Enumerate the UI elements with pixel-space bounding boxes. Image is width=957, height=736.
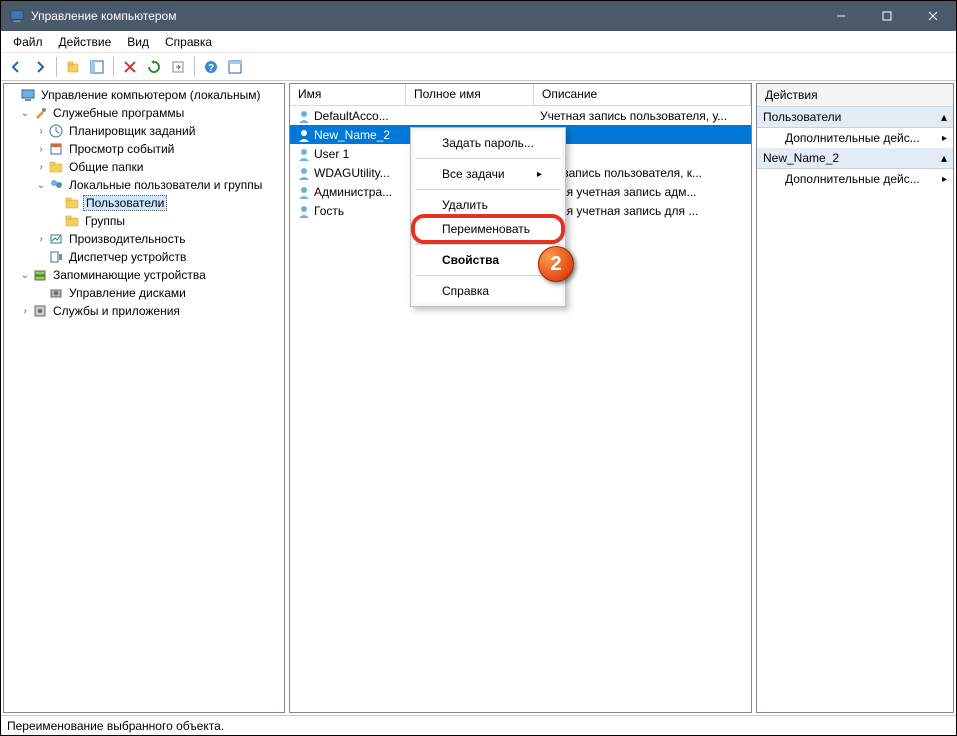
tree-local-users-groups[interactable]: ⌄ Локальные пользователи и группы xyxy=(4,176,284,194)
collapse-icon[interactable]: ⌄ xyxy=(18,270,32,281)
app-icon xyxy=(9,8,25,24)
column-description[interactable]: Описание xyxy=(534,84,751,105)
separator xyxy=(415,158,561,159)
forward-button[interactable] xyxy=(29,56,51,78)
svg-text:?: ? xyxy=(208,63,214,74)
tree-task-scheduler[interactable]: › Планировщик заданий xyxy=(4,122,284,140)
tree-users[interactable]: Пользователи xyxy=(4,194,284,212)
refresh-button[interactable] xyxy=(143,56,165,78)
event-icon xyxy=(48,141,64,157)
performance-icon xyxy=(48,231,64,247)
actions-section-users[interactable]: Пользователи▴ xyxy=(757,107,953,128)
list-row[interactable]: DefaultAcco... Учетная запись пользовате… xyxy=(290,106,751,125)
shared-folder-icon xyxy=(48,159,64,175)
tree-storage[interactable]: ⌄ Запоминающие устройства xyxy=(4,266,284,284)
tree-shared-folders[interactable]: › Общие папки xyxy=(4,158,284,176)
menubar: Файл Действие Вид Справка xyxy=(1,31,956,53)
ctx-delete[interactable]: Удалить xyxy=(414,193,562,217)
menu-file[interactable]: Файл xyxy=(5,33,51,51)
storage-icon xyxy=(32,267,48,283)
expand-icon[interactable]: › xyxy=(34,144,48,155)
status-text: Переименование выбранного объекта. xyxy=(7,719,224,733)
clock-icon xyxy=(48,123,64,139)
show-hide-tree-button[interactable] xyxy=(86,56,108,78)
properties-button[interactable] xyxy=(224,56,246,78)
disk-icon xyxy=(48,285,64,301)
back-button[interactable] xyxy=(5,56,27,78)
expand-icon[interactable]: › xyxy=(34,126,48,137)
actions-more-2[interactable]: Дополнительные дейс...▸ xyxy=(757,169,953,189)
column-name[interactable]: Имя xyxy=(290,84,406,105)
expand-icon[interactable]: › xyxy=(18,306,32,317)
expand-icon[interactable]: › xyxy=(34,234,48,245)
export-button[interactable] xyxy=(167,56,189,78)
actions-more-1[interactable]: Дополнительные дейс...▸ xyxy=(757,128,953,148)
up-button[interactable] xyxy=(62,56,84,78)
actions-pane: Действия Пользователи▴ Дополнительные де… xyxy=(756,83,954,713)
user-icon xyxy=(296,108,312,124)
close-button[interactable] xyxy=(910,1,956,31)
maximize-button[interactable] xyxy=(864,1,910,31)
list-pane: Имя Полное имя Описание DefaultAcco... У… xyxy=(289,83,752,713)
actions-header: Действия xyxy=(757,84,953,107)
minimize-button[interactable] xyxy=(818,1,864,31)
column-fullname[interactable]: Полное имя xyxy=(406,84,534,105)
titlebar: Управление компьютером xyxy=(1,1,956,31)
tree-event-viewer[interactable]: › Просмотр событий xyxy=(4,140,284,158)
actions-section-selection[interactable]: New_Name_2▴ xyxy=(757,148,953,169)
statusbar: Переименование выбранного объекта. xyxy=(1,715,956,735)
submenu-arrow-icon: ▸ xyxy=(942,174,947,185)
device-icon xyxy=(48,249,64,265)
help-button[interactable]: ? xyxy=(200,56,222,78)
ctx-help[interactable]: Справка xyxy=(414,279,562,303)
folder-icon xyxy=(64,213,80,229)
folder-icon xyxy=(64,195,80,211)
collapse-arrow-icon: ▴ xyxy=(941,110,947,124)
tree-disk-management[interactable]: Управление дисками xyxy=(4,284,284,302)
user-icon xyxy=(296,127,312,143)
tree-device-manager[interactable]: Диспетчер устройств xyxy=(4,248,284,266)
title-text: Управление компьютером xyxy=(31,9,818,23)
expand-icon[interactable]: › xyxy=(34,162,48,173)
menu-help[interactable]: Справка xyxy=(157,33,220,51)
tree-performance[interactable]: › Производительность xyxy=(4,230,284,248)
submenu-arrow-icon: ▸ xyxy=(942,133,947,144)
context-menu: Задать пароль... Все задачи▸ Удалить Пер… xyxy=(410,127,566,307)
computer-icon xyxy=(20,87,36,103)
tree-root[interactable]: Управление компьютером (локальным) xyxy=(4,86,284,104)
tree-groups[interactable]: Группы xyxy=(4,212,284,230)
toolbar: ? xyxy=(1,53,956,81)
ctx-rename[interactable]: Переименовать xyxy=(414,217,562,241)
menu-action[interactable]: Действие xyxy=(51,33,120,51)
content-area: Управление компьютером (локальным) ⌄ Слу… xyxy=(1,81,956,715)
user-icon xyxy=(296,184,312,200)
tree-services-apps[interactable]: › Службы и приложения xyxy=(4,302,284,320)
submenu-arrow-icon: ▸ xyxy=(537,169,542,180)
collapse-icon[interactable]: ⌄ xyxy=(18,108,32,119)
ctx-set-password[interactable]: Задать пароль... xyxy=(414,131,562,155)
user-icon xyxy=(296,146,312,162)
tree-system-tools[interactable]: ⌄ Служебные программы xyxy=(4,104,284,122)
users-groups-icon xyxy=(48,177,64,193)
separator xyxy=(415,244,561,245)
collapse-icon[interactable]: ⌄ xyxy=(34,180,48,191)
menu-view[interactable]: Вид xyxy=(119,33,157,51)
collapse-arrow-icon: ▴ xyxy=(941,151,947,165)
tree-pane: Управление компьютером (локальным) ⌄ Слу… xyxy=(3,83,285,713)
ctx-all-tasks[interactable]: Все задачи▸ xyxy=(414,162,562,186)
services-icon xyxy=(32,303,48,319)
list-header: Имя Полное имя Описание xyxy=(290,84,751,106)
user-icon xyxy=(296,203,312,219)
separator xyxy=(415,189,561,190)
separator xyxy=(415,275,561,276)
callout-badge: 2 xyxy=(538,246,574,282)
app-window: Управление компьютером Файл Действие Вид… xyxy=(0,0,957,736)
tools-icon xyxy=(32,105,48,121)
delete-button[interactable] xyxy=(119,56,141,78)
user-icon xyxy=(296,165,312,181)
